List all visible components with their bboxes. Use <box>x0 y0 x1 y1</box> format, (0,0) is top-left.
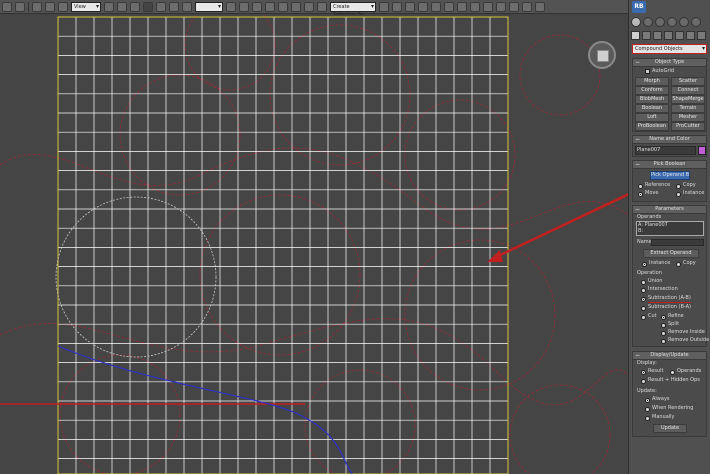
lights-icon[interactable] <box>653 31 662 40</box>
morph-button[interactable]: Morph <box>635 77 669 86</box>
display-update-rollout: Display/Update Display: Result Operands … <box>632 351 707 437</box>
remove-inside-label: Remove Inside <box>668 329 705 335</box>
category-dropdown[interactable]: Compound Objects <box>632 44 707 54</box>
tab-utilities[interactable] <box>691 17 701 27</box>
rollout-title[interactable]: Parameters <box>633 206 706 214</box>
shapes-icon[interactable] <box>642 31 651 40</box>
annotation-layer <box>487 174 668 262</box>
manually-label: Manually <box>652 414 675 420</box>
boolean-button[interactable]: Boolean <box>635 104 669 113</box>
result-label: Result <box>648 368 664 374</box>
refine-radio[interactable] <box>661 315 666 320</box>
extract-copy-radio[interactable] <box>676 262 681 267</box>
proboolean-button[interactable]: ProBoolean <box>635 122 669 131</box>
remove-inside-radio[interactable] <box>661 331 666 336</box>
terrain-button[interactable]: Terrain <box>671 104 705 113</box>
when-rendering-radio[interactable] <box>645 407 650 412</box>
color-swatch[interactable] <box>698 146 706 155</box>
display-label: Display: <box>637 360 657 366</box>
shapemerge-button[interactable]: ShapeMerge <box>671 95 705 104</box>
subtraction-ab-radio[interactable] <box>641 297 646 302</box>
rollout-title[interactable]: Display/Update <box>633 352 706 360</box>
command-panel: RB Compound Objects Object Type AutoGrid… <box>628 0 710 474</box>
subtraction-ba-radio[interactable] <box>641 306 646 311</box>
remove-outside-label: Remove Outside <box>668 337 710 343</box>
procutter-button[interactable]: ProCutter <box>671 122 705 131</box>
annotation-arrowhead <box>487 250 503 262</box>
intersection-label: Intersection <box>648 286 678 292</box>
operation-label: Operation <box>637 270 662 276</box>
remove-outside-radio[interactable] <box>661 339 666 344</box>
operands-radio[interactable] <box>670 370 675 375</box>
blobmesh-button[interactable]: BlobMesh <box>635 95 669 104</box>
subtraction-ab-label: Subtraction (A-B) <box>648 295 691 303</box>
name-color-rollout: Name and Color Plane007 <box>632 135 707 157</box>
subtraction-ba-label: Subtraction (B-A) <box>648 304 691 310</box>
move-label: Move <box>645 190 659 196</box>
parameters-rollout: Parameters Operands A: Plane007 B: Name:… <box>632 205 710 347</box>
result-radio[interactable] <box>641 370 646 375</box>
autogrid-checkbox[interactable] <box>645 69 650 74</box>
split-radio[interactable] <box>661 323 666 328</box>
tab-hierarchy[interactable] <box>655 17 665 27</box>
rb-badge[interactable]: RB <box>632 1 646 13</box>
operands-display-label: Operands <box>677 368 702 374</box>
result-hidden-radio[interactable] <box>641 379 646 384</box>
list-item[interactable]: B: <box>638 228 643 235</box>
union-label: Union <box>648 278 663 284</box>
pick-operand-b-button[interactable]: Pick Operand B <box>650 171 690 180</box>
instance-radio[interactable] <box>676 192 681 197</box>
when-rendering-label: When Rendering <box>652 405 694 411</box>
move-radio[interactable] <box>638 192 643 197</box>
union-radio[interactable] <box>641 280 646 285</box>
update-button[interactable]: Update <box>653 424 687 433</box>
pick-boolean-rollout: Pick Boolean Pick Operand B Reference Co… <box>632 160 707 202</box>
result-hidden-label: Result + Hidden Ops <box>648 377 700 383</box>
rollout-title[interactable]: Object Type <box>633 59 706 67</box>
refine-label: Refine <box>668 313 684 319</box>
instance-label: Instance <box>683 190 705 196</box>
manually-radio[interactable] <box>645 416 650 421</box>
rollout-title[interactable]: Pick Boolean <box>633 161 706 169</box>
tab-modify[interactable] <box>643 17 653 27</box>
scatter-button[interactable]: Scatter <box>671 77 705 86</box>
always-label: Always <box>652 396 670 402</box>
extract-copy-label: Copy <box>683 260 696 266</box>
operands-label: Operands <box>637 214 662 220</box>
tab-motion[interactable] <box>667 17 677 27</box>
extract-instance-radio[interactable] <box>642 262 647 267</box>
cameras-icon[interactable] <box>664 31 673 40</box>
split-label: Split <box>668 321 680 327</box>
intersection-radio[interactable] <box>641 288 646 293</box>
object-name-field[interactable]: Plane007 <box>635 146 696 155</box>
loft-button[interactable]: Loft <box>635 113 669 122</box>
copy-radio[interactable] <box>676 184 681 189</box>
conform-button[interactable]: Conform <box>635 86 669 95</box>
object-type-rollout: Object Type AutoGrid Morph Scatter Confo… <box>632 58 707 132</box>
rollout-title[interactable]: Name and Color <box>633 136 706 144</box>
cut-label: Cut <box>648 313 657 319</box>
connect-button[interactable]: Connect <box>671 86 705 95</box>
create-subtabs <box>631 31 709 41</box>
systems-icon[interactable] <box>697 31 706 40</box>
copy-label: Copy <box>683 182 696 188</box>
autogrid-label: AutoGrid <box>652 68 675 74</box>
reference-label: Reference <box>645 182 671 188</box>
update-label: Update: <box>637 388 657 394</box>
panel-tabs <box>631 16 709 28</box>
geometry-icon[interactable] <box>631 31 640 40</box>
reference-radio[interactable] <box>638 184 643 189</box>
helpers-icon[interactable] <box>675 31 684 40</box>
operand-name-field[interactable] <box>651 239 704 246</box>
operands-list[interactable]: A: Plane007 B: <box>636 221 704 236</box>
extract-instance-label: Instance <box>649 260 671 266</box>
cut-radio[interactable] <box>641 315 646 320</box>
mesher-button[interactable]: Mesher <box>671 113 705 122</box>
spacewarps-icon[interactable] <box>686 31 695 40</box>
tab-display[interactable] <box>679 17 689 27</box>
always-radio[interactable] <box>645 398 650 403</box>
extract-operand-button[interactable]: Extract Operand <box>643 249 699 258</box>
tab-create[interactable] <box>631 17 641 27</box>
